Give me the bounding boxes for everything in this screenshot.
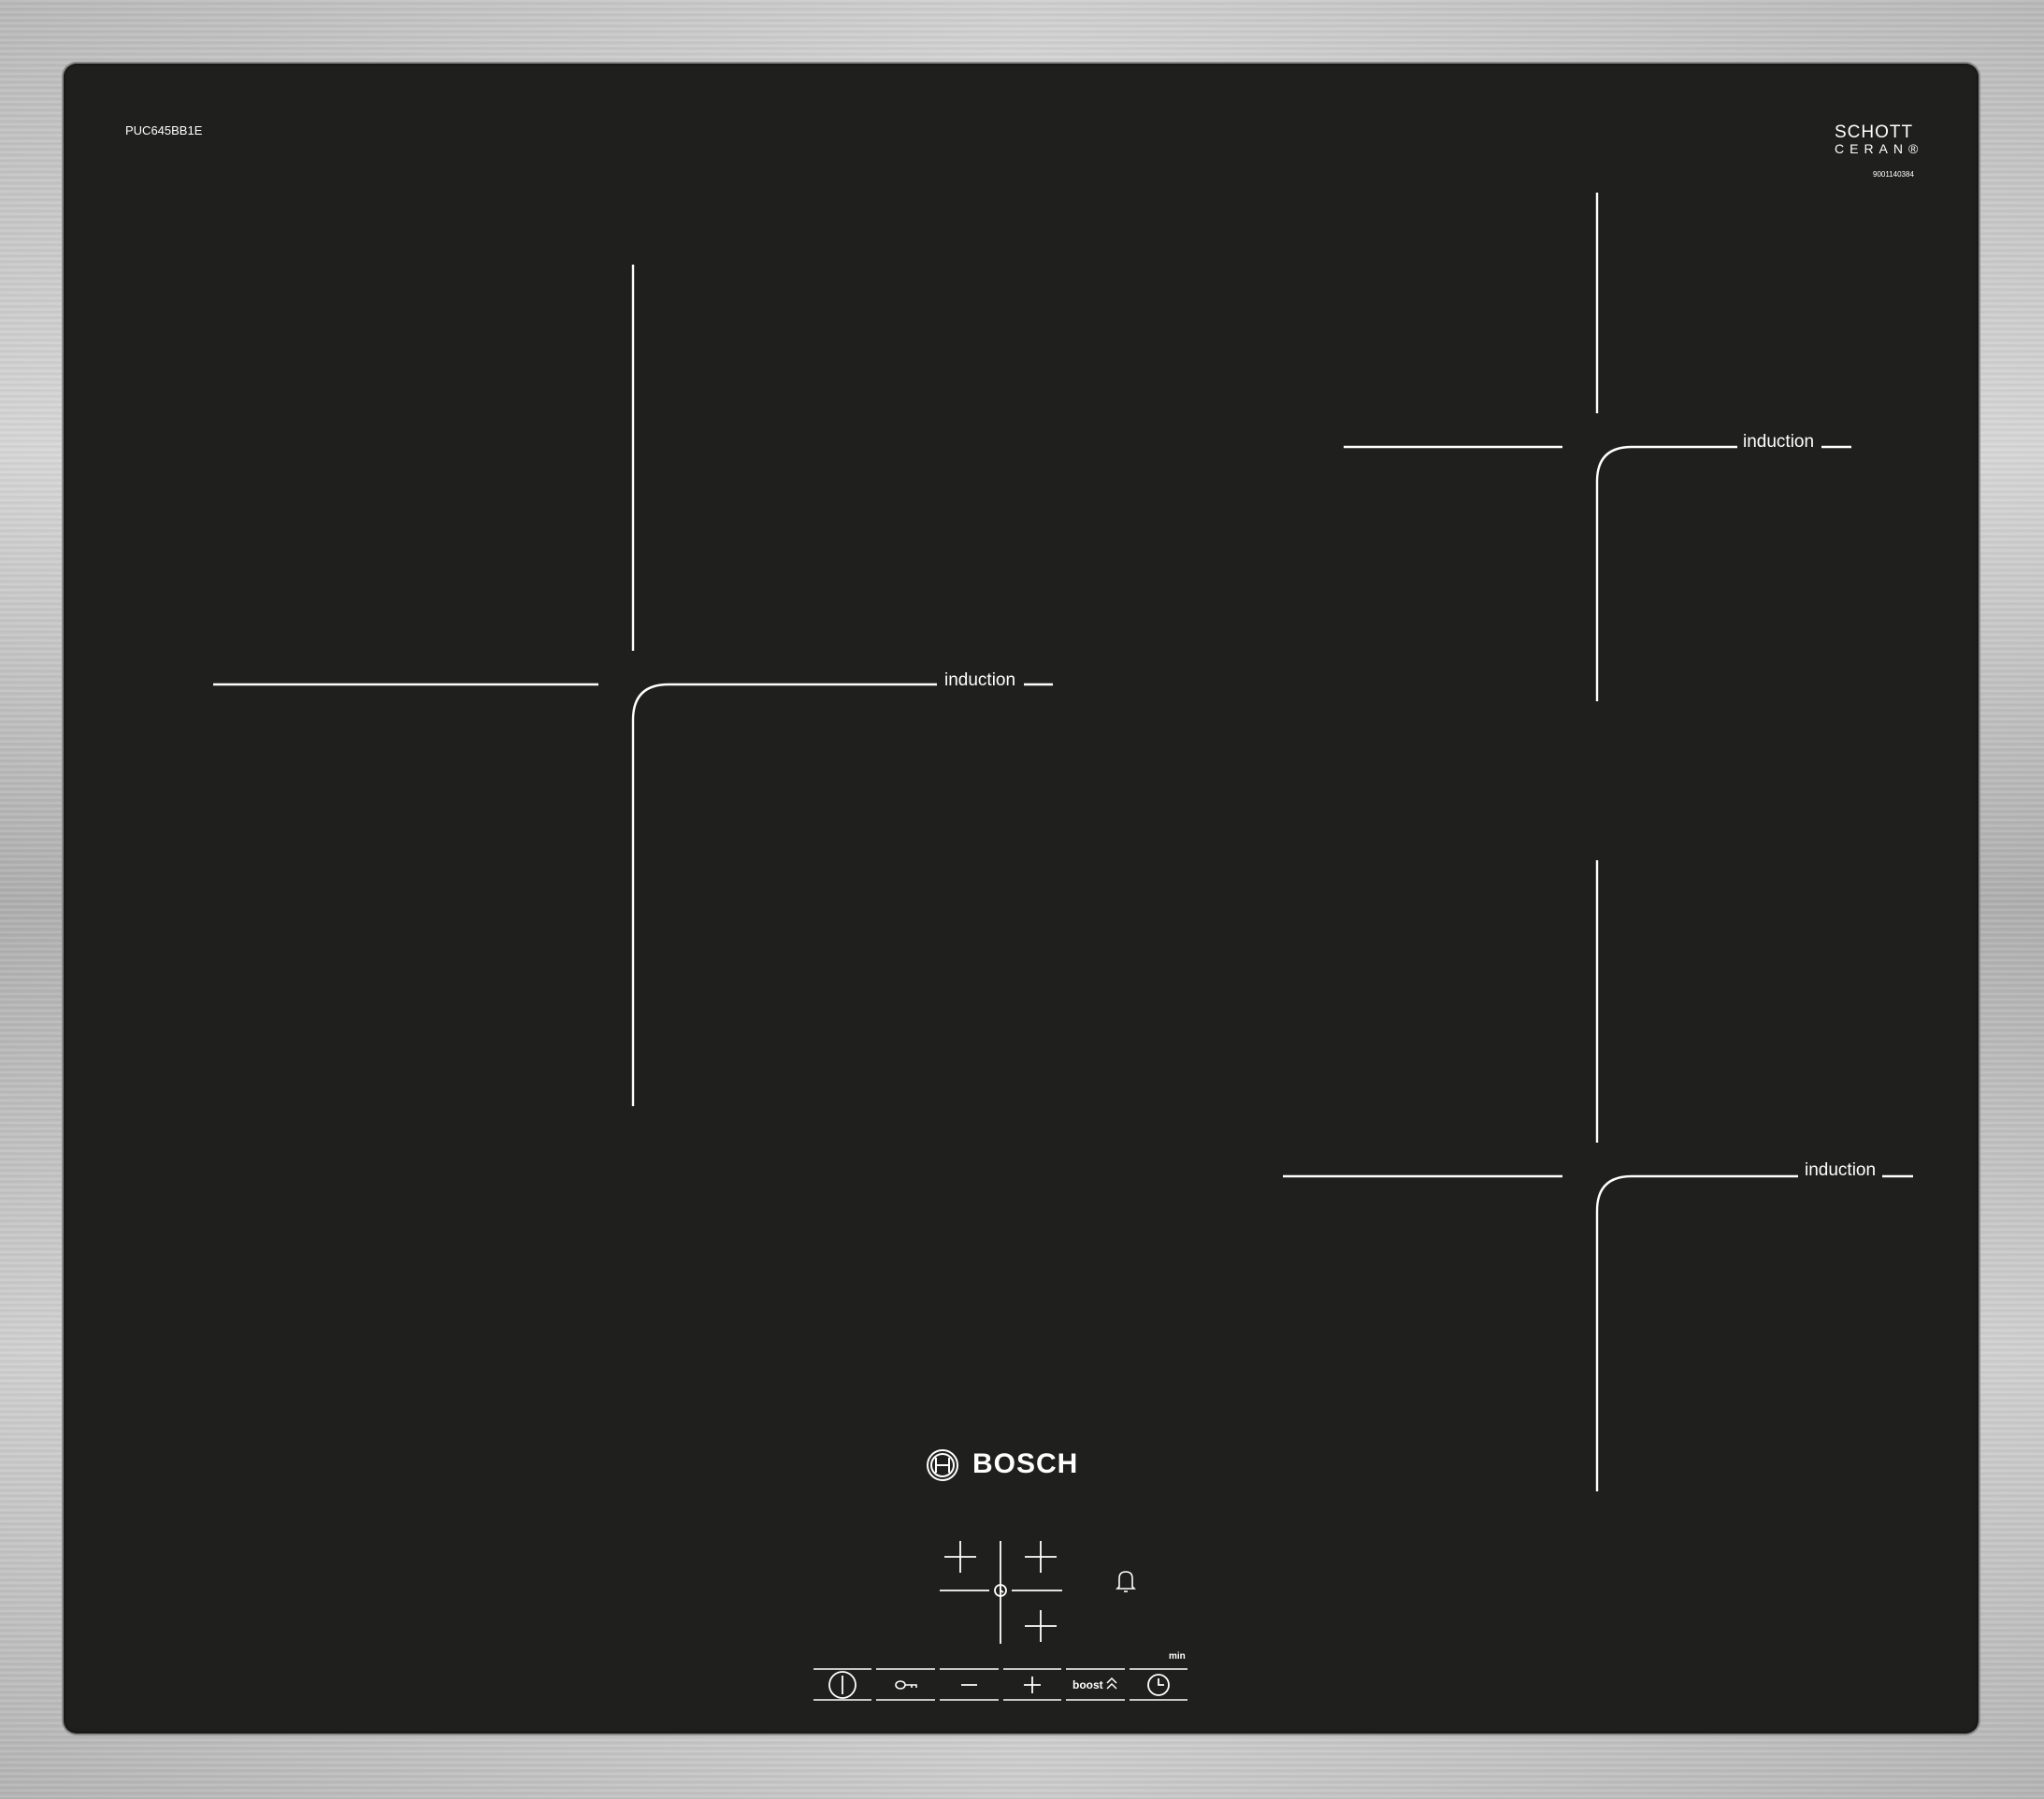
zone-label-top-right: induction [1743,432,1815,452]
cooktop-markings [213,193,1913,1701]
zone-select-front-right-button[interactable] [1025,1610,1057,1642]
ceran-logo-text: CERAN® [1835,141,1923,156]
zone-select-back-right-button[interactable] [1025,1541,1057,1573]
zone-label-left: induction [944,670,1016,690]
model-number: PUC645BB1E [125,123,203,137]
alarm-button[interactable] [1113,1569,1139,1595]
glass-code: 9001140384 [1873,170,1914,179]
ceran-word: CERAN [1835,141,1909,156]
boost-button[interactable] [1066,1669,1125,1700]
power-button[interactable] [813,1669,871,1700]
child-lock-button[interactable] [876,1669,935,1700]
bosch-logo-icon [927,1449,958,1481]
registered-mark: ® [1908,141,1924,156]
timer-unit-label: min [1169,1651,1186,1662]
minus-button[interactable] [940,1669,999,1700]
zone-select-front-left-button[interactable] [944,1541,976,1573]
zone-marker-left [213,265,1053,1106]
schott-logo-text: SCHOTT [1835,122,1914,142]
schott-ceran-logo: SCHOTT CERAN® [1835,123,1923,156]
timer-button[interactable] [1130,1669,1188,1700]
brand-name: BOSCH [972,1448,1079,1479]
plus-button[interactable] [1003,1669,1061,1700]
zone-label-bottom-right: induction [1805,1160,1877,1180]
